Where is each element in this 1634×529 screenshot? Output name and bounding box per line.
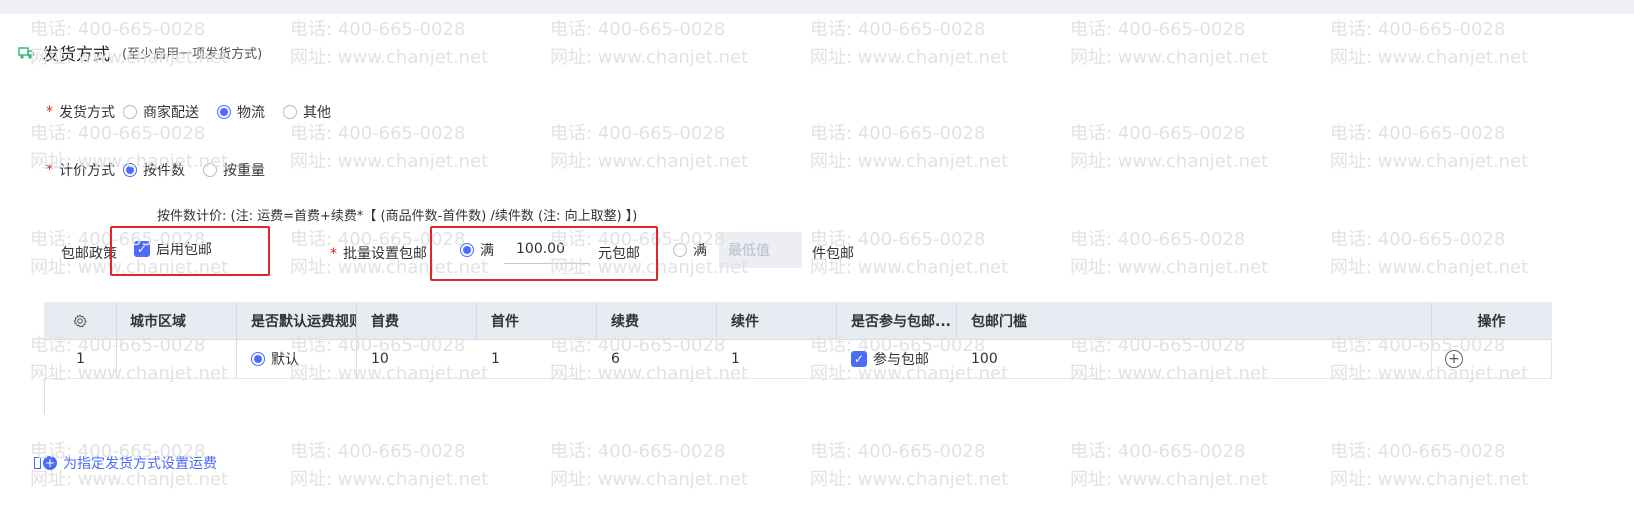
- actions-cell: +: [1431, 340, 1552, 378]
- watermark-text: 电话: 400-665-0028 网址: www.chanjet.net: [1330, 441, 1529, 490]
- gear-icon[interactable]: [73, 314, 87, 328]
- checkbox-checked-icon[interactable]: ✓: [851, 351, 867, 367]
- free-threshold-cell[interactable]: 100: [957, 340, 1431, 378]
- watermark-text: 电话: 400-665-0028 网址: www.chanjet.net: [1070, 19, 1269, 68]
- radio-label: 满: [693, 243, 707, 259]
- default-rule-radio[interactable]: 默认: [251, 349, 299, 369]
- radio-label: 按重量: [223, 163, 265, 179]
- add-link-label: 为指定发货方式设置运费: [63, 456, 217, 472]
- radio-selected-icon: [123, 163, 137, 177]
- delivery-option-logistics[interactable]: 物流: [217, 102, 265, 122]
- watermark-text: 电话: 400-665-0028 网址: www.chanjet.net: [810, 123, 1009, 172]
- watermark-text: 电话: 400-665-0028 网址: www.chanjet.net: [1070, 229, 1269, 278]
- radio-icon: [123, 105, 137, 119]
- pricing-hint: 按件数计价: (注: 运费=首费+续费*【 (商品件数-首件数) /续件数 (注…: [157, 209, 638, 224]
- free-shipping-policy-label: 包邮政策: [61, 246, 117, 262]
- radio-label: 按件数: [143, 163, 185, 179]
- first-fee-cell[interactable]: 10: [357, 340, 477, 378]
- section-subtitle: (至少启用一项发货方式): [122, 47, 263, 62]
- watermark-text: 电话: 400-665-0028 网址: www.chanjet.net: [810, 19, 1009, 68]
- watermark-text: 电话: 400-665-0028 网址: www.chanjet.net: [290, 123, 489, 172]
- pricing-method-label: 计价方式: [59, 163, 115, 179]
- watermark-text: 电话: 400-665-0028 网址: www.chanjet.net: [1330, 229, 1529, 278]
- watermark-text: 电话: 400-665-0028 网址: www.chanjet.net: [1070, 123, 1269, 172]
- watermark-text: 电话: 400-665-0028 网址: www.chanjet.net: [550, 123, 749, 172]
- table-row: 1 默认 10 1 6 1 ✓ 参与包邮 100 +: [44, 340, 1552, 379]
- watermark-text: 电话: 400-665-0028 网址: www.chanjet.net: [1330, 123, 1529, 172]
- pricing-option-weight[interactable]: 按重量: [203, 160, 265, 180]
- batch-free-shipping-label: * 批量设置包邮: [330, 243, 427, 263]
- pricing-option-count[interactable]: 按件数: [123, 160, 185, 180]
- header-free-threshold: 包邮门槛: [971, 313, 1027, 330]
- radio-selected-icon: [217, 105, 231, 119]
- highlight-box: [430, 226, 658, 281]
- required-mark: *: [46, 104, 53, 120]
- delivery-method-label: 发货方式: [59, 105, 115, 121]
- radio-label: 商家配送: [143, 105, 199, 121]
- delivery-method-row: * 发货方式 商家配送 物流 其他: [46, 102, 349, 122]
- delivery-option-merchant[interactable]: 商家配送: [123, 102, 199, 122]
- header-actions: 操作: [1477, 313, 1506, 330]
- region-cell[interactable]: [116, 340, 236, 378]
- plus-circle-icon[interactable]: +: [1445, 350, 1463, 368]
- watermark-text: 电话: 400-665-0028 网址: www.chanjet.net: [1330, 19, 1529, 68]
- column-settings[interactable]: [44, 302, 116, 339]
- radio-label: 物流: [237, 105, 265, 121]
- radio-icon: [203, 163, 217, 177]
- count-unit-label: 件包邮: [812, 246, 854, 262]
- checkbox-label: 参与包邮: [873, 352, 929, 368]
- watermark-text: 电话: 400-665-0028 网址: www.chanjet.net: [550, 441, 749, 490]
- add-shipping-rule-link[interactable]: + 为指定发货方式设置运费: [34, 453, 217, 473]
- header-default-rule: 是否默认运费规则: [251, 313, 357, 330]
- radio-icon: [283, 105, 297, 119]
- radio-label: 其他: [303, 105, 331, 121]
- watermark-text: 电话: 400-665-0028 网址: www.chanjet.net: [1070, 441, 1269, 490]
- default-rule-cell[interactable]: 默认: [237, 340, 357, 378]
- shipping-rule-table: 城市区域 是否默认运费规则 首费 首件 续费 续件 是否参与包邮... 包邮门槛…: [44, 302, 1552, 379]
- section-title: 发货方式: [42, 45, 110, 65]
- table-header: 城市区域 是否默认运费规则 首费 首件 续费 续件 是否参与包邮... 包邮门槛…: [44, 302, 1552, 340]
- watermark-text: 电话: 400-665-0028 网址: www.chanjet.net: [810, 441, 1009, 490]
- placeholder-box-icon: [34, 457, 41, 469]
- first-count-cell[interactable]: 1: [477, 340, 597, 378]
- extra-fee-cell[interactable]: 6: [597, 340, 717, 378]
- header-free-participation: 是否参与包邮...: [851, 313, 951, 330]
- watermark-text: 电话: 400-665-0028 网址: www.chanjet.net: [290, 19, 489, 68]
- radio-label: 默认: [271, 352, 299, 368]
- row-index: 1: [76, 351, 85, 367]
- header-extra-count: 续件: [731, 313, 759, 330]
- radio-icon: [673, 243, 687, 257]
- required-mark: *: [330, 246, 337, 262]
- plus-circle-filled-icon: +: [43, 456, 57, 470]
- required-mark: *: [46, 162, 53, 178]
- watermark-text: 电话: 400-665-0028 网址: www.chanjet.net: [550, 19, 749, 68]
- header-extra-fee: 续费: [611, 313, 639, 330]
- truck-icon: [18, 46, 34, 59]
- header-first-count: 首件: [491, 313, 519, 330]
- min-count-input[interactable]: 最低值: [719, 232, 802, 268]
- header-region: 城市区域: [130, 313, 186, 330]
- watermark-text: 电话: 400-665-0028 网址: www.chanjet.net: [290, 441, 489, 490]
- section-header: 发货方式 (至少启用一项发货方式): [18, 40, 262, 65]
- header-first-fee: 首费: [371, 313, 399, 330]
- delivery-option-other[interactable]: 其他: [283, 102, 331, 122]
- extra-count-cell[interactable]: 1: [717, 340, 837, 378]
- top-bar: [0, 0, 1634, 14]
- batch-label-text: 批量设置包邮: [343, 246, 427, 262]
- free-by-count-radio[interactable]: 满: [673, 240, 707, 260]
- free-participation-cell[interactable]: ✓ 参与包邮: [837, 340, 957, 378]
- highlight-box: [110, 226, 270, 276]
- radio-selected-icon: [251, 352, 265, 366]
- pricing-method-row: * 计价方式 按件数 按重量: [46, 160, 283, 180]
